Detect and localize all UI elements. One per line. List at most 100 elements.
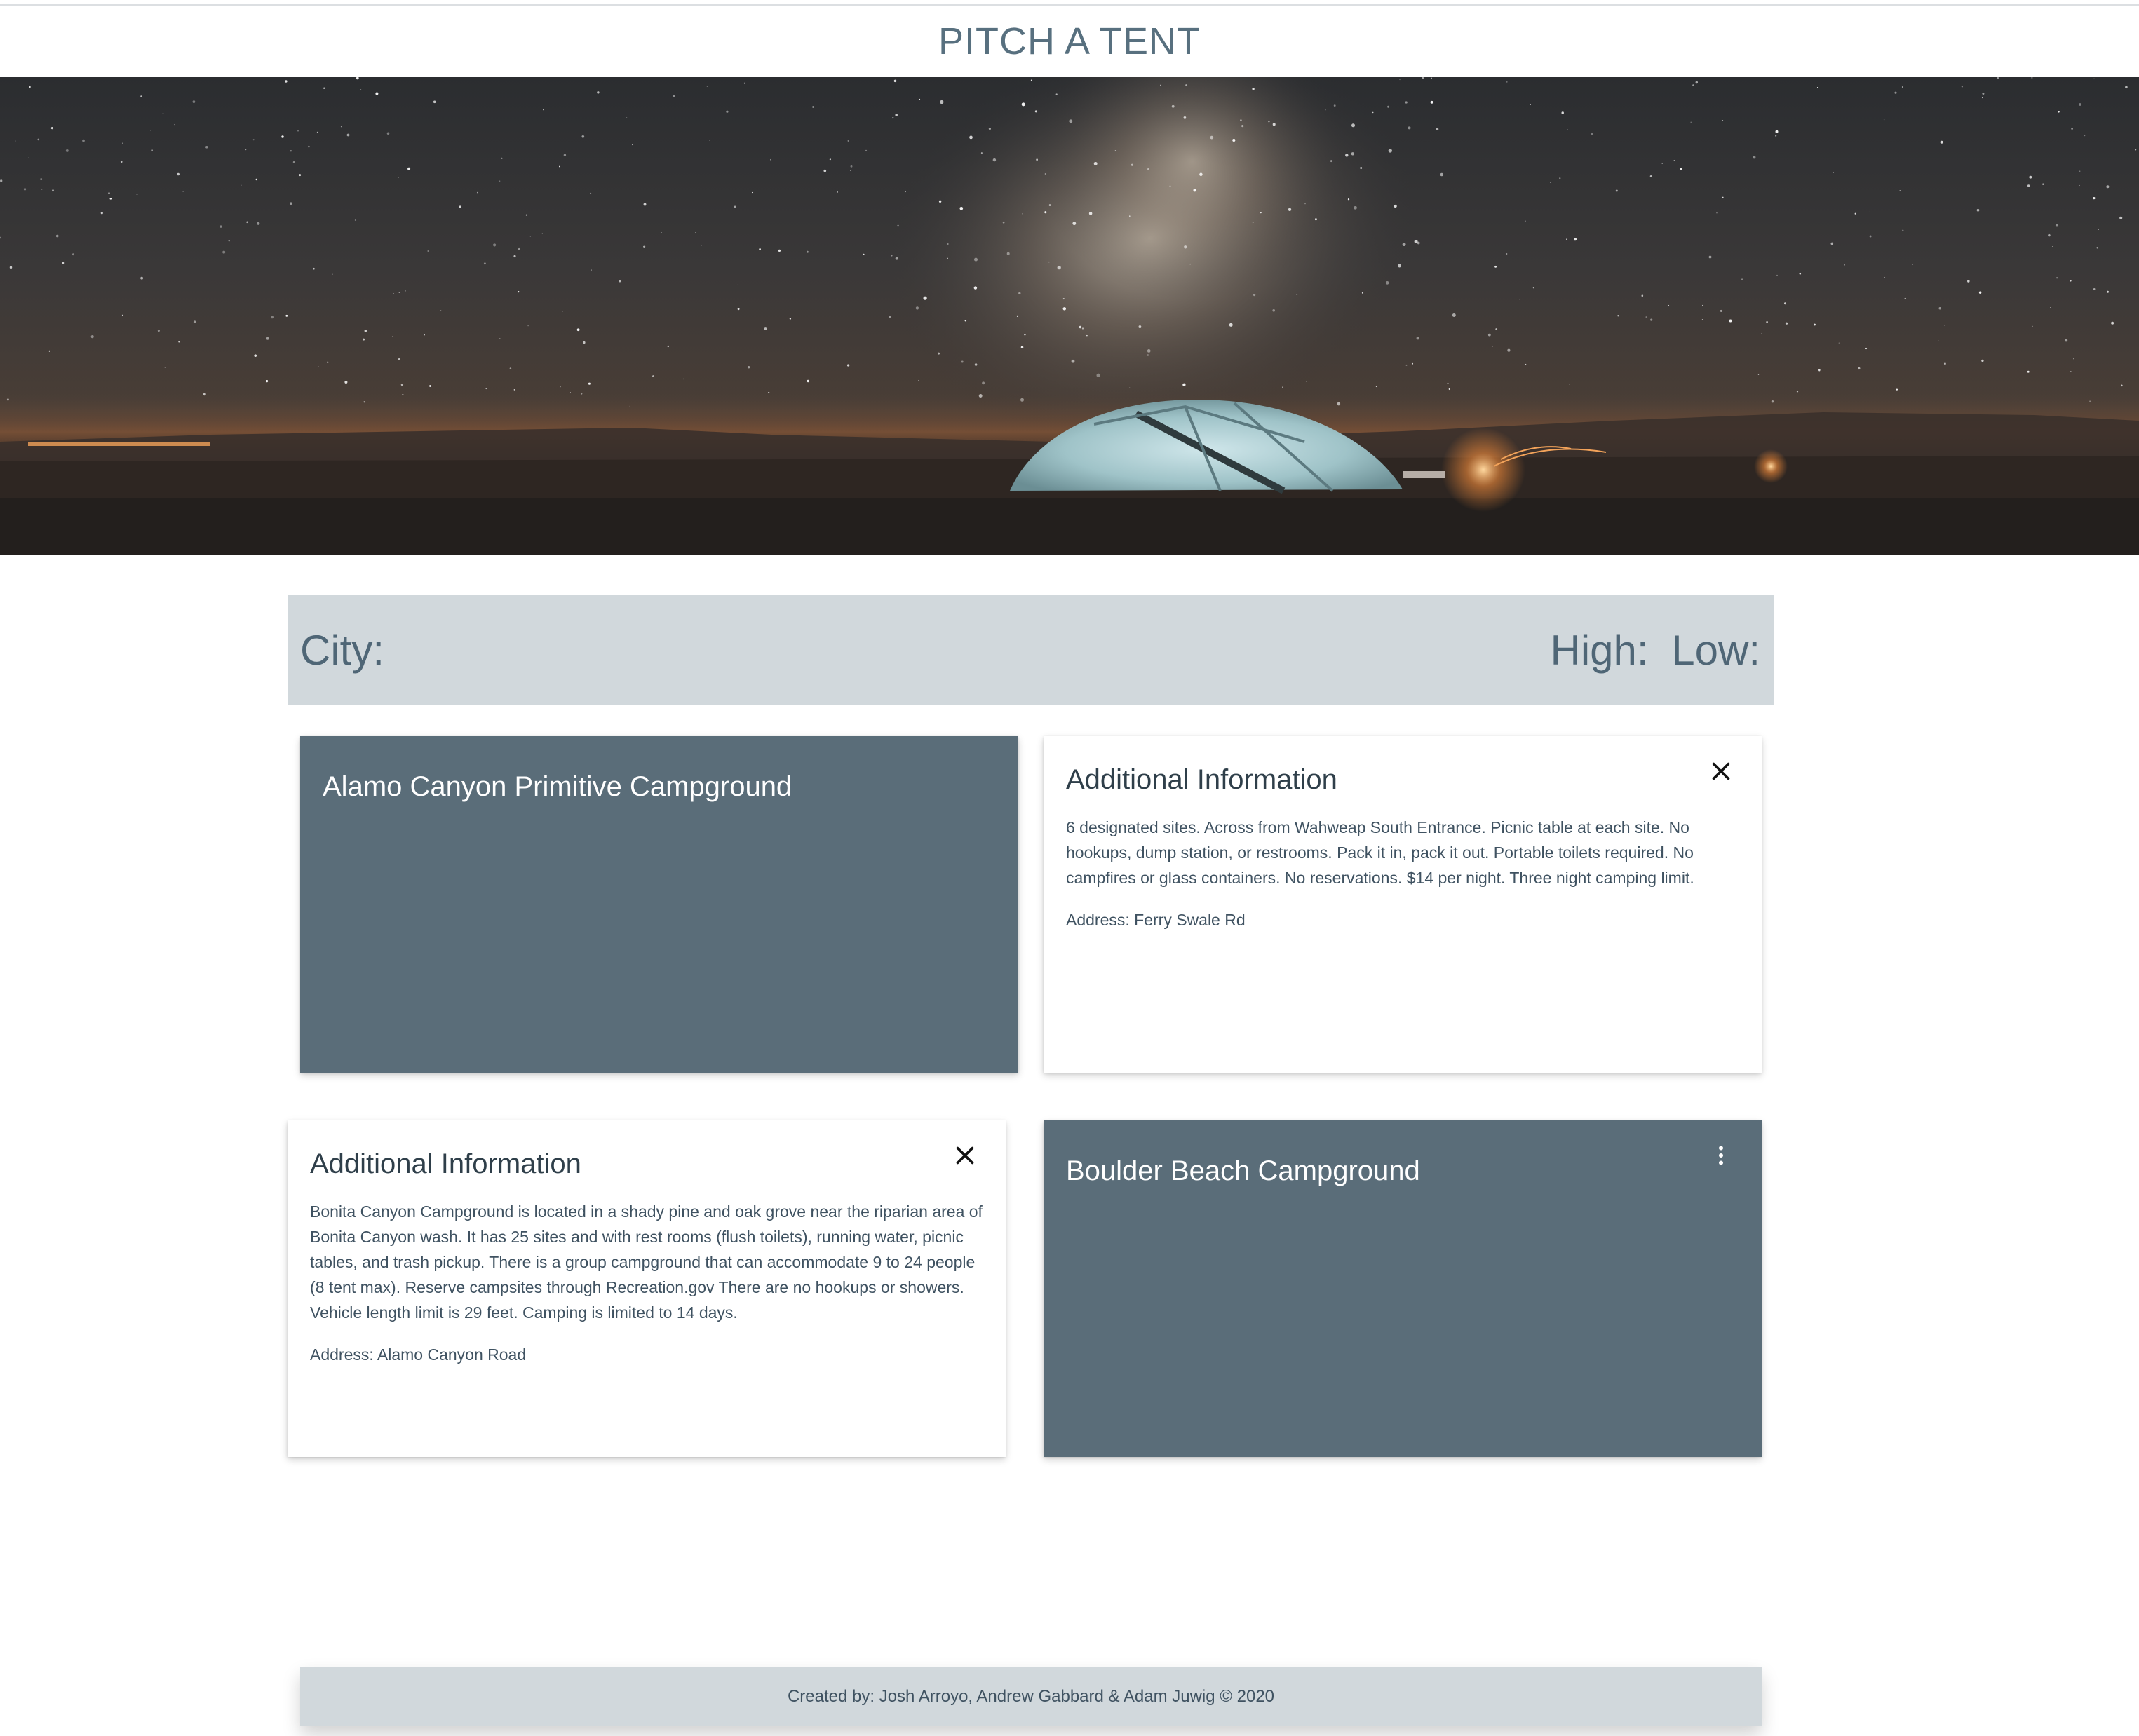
star xyxy=(1422,77,1424,79)
star xyxy=(1034,110,1037,113)
star xyxy=(807,379,809,383)
star xyxy=(427,250,429,252)
star xyxy=(1024,333,1026,336)
star xyxy=(973,286,978,290)
star xyxy=(1020,346,1024,349)
star xyxy=(1048,204,1051,206)
star xyxy=(1408,126,1411,130)
star xyxy=(1641,294,1644,297)
star xyxy=(1961,86,1963,88)
star xyxy=(978,394,983,398)
star xyxy=(108,192,110,194)
star xyxy=(1337,402,1341,406)
star xyxy=(1354,205,1357,210)
star xyxy=(569,391,572,393)
star xyxy=(1530,104,1531,105)
campground-card-alamo[interactable]: Alamo Canyon Primitive Campground xyxy=(300,736,1018,1073)
star xyxy=(895,257,898,260)
star xyxy=(940,100,944,104)
more-vertical-icon[interactable] xyxy=(1708,1143,1734,1168)
campground-address: Address: Ferry Swale Rd xyxy=(1066,911,1246,929)
star xyxy=(897,224,899,227)
star xyxy=(576,328,580,332)
star xyxy=(1345,154,1349,157)
star xyxy=(386,132,390,135)
star xyxy=(323,87,325,90)
star xyxy=(1944,362,1946,365)
star xyxy=(177,172,180,176)
star xyxy=(597,91,600,94)
star xyxy=(2055,224,2059,227)
star xyxy=(1183,116,1187,119)
star xyxy=(2051,246,2053,247)
star xyxy=(2029,175,2032,179)
star xyxy=(905,191,906,193)
star xyxy=(947,257,949,259)
star xyxy=(1055,93,1058,95)
star xyxy=(1189,263,1191,265)
star xyxy=(1375,386,1377,388)
star xyxy=(222,250,226,254)
star xyxy=(1021,102,1025,107)
star xyxy=(1796,391,1799,393)
star xyxy=(162,112,164,114)
star xyxy=(1771,400,1774,403)
campground-card-info: Additional Information Bonita Canyon Cam… xyxy=(288,1120,1006,1457)
star xyxy=(1673,160,1675,161)
star xyxy=(281,135,284,138)
star xyxy=(1982,93,1985,95)
star xyxy=(734,205,736,208)
star xyxy=(959,207,964,210)
star xyxy=(1006,252,1010,255)
star xyxy=(527,325,529,327)
star xyxy=(518,290,520,293)
star xyxy=(1185,84,1187,86)
star xyxy=(850,170,851,171)
star xyxy=(120,161,123,163)
star xyxy=(558,165,560,168)
star xyxy=(499,180,501,182)
star xyxy=(509,367,512,369)
star xyxy=(299,174,302,177)
star xyxy=(829,158,831,161)
star xyxy=(1865,347,1868,350)
close-icon[interactable] xyxy=(1708,759,1734,784)
star xyxy=(889,316,891,318)
star xyxy=(1405,364,1408,366)
star xyxy=(285,314,288,317)
star xyxy=(1440,172,1444,177)
star xyxy=(1757,374,1760,376)
card-title: Boulder Beach Campground xyxy=(1066,1155,1420,1186)
star xyxy=(9,266,13,269)
card-info-title: Additional Information xyxy=(310,1148,581,1179)
star xyxy=(285,80,288,83)
star xyxy=(1720,309,1722,312)
star xyxy=(1661,163,1663,164)
star xyxy=(265,379,269,383)
star xyxy=(1330,160,1332,163)
campground-card-boulder-beach[interactable]: Boulder Beach Campground xyxy=(1044,1120,1762,1457)
star xyxy=(1402,243,1406,247)
star xyxy=(174,123,175,126)
star xyxy=(0,236,1,239)
star xyxy=(726,110,729,113)
star xyxy=(1411,362,1414,365)
star xyxy=(292,161,295,163)
star xyxy=(1252,88,1255,90)
star xyxy=(316,131,318,133)
star xyxy=(1416,336,1420,340)
star xyxy=(140,95,142,97)
star xyxy=(1253,294,1256,297)
star xyxy=(2084,135,2086,137)
close-icon[interactable] xyxy=(952,1143,978,1168)
star xyxy=(1650,318,1653,321)
star xyxy=(1147,354,1149,356)
star xyxy=(192,100,196,103)
low-temp-label: Low: xyxy=(1671,626,1760,674)
star xyxy=(1591,133,1593,135)
star xyxy=(1096,373,1100,377)
star xyxy=(72,253,74,256)
star xyxy=(1241,125,1244,128)
star xyxy=(513,389,515,391)
site-footer: Created by: Josh Arroyo, Andrew Gabbard … xyxy=(300,1667,1762,1726)
